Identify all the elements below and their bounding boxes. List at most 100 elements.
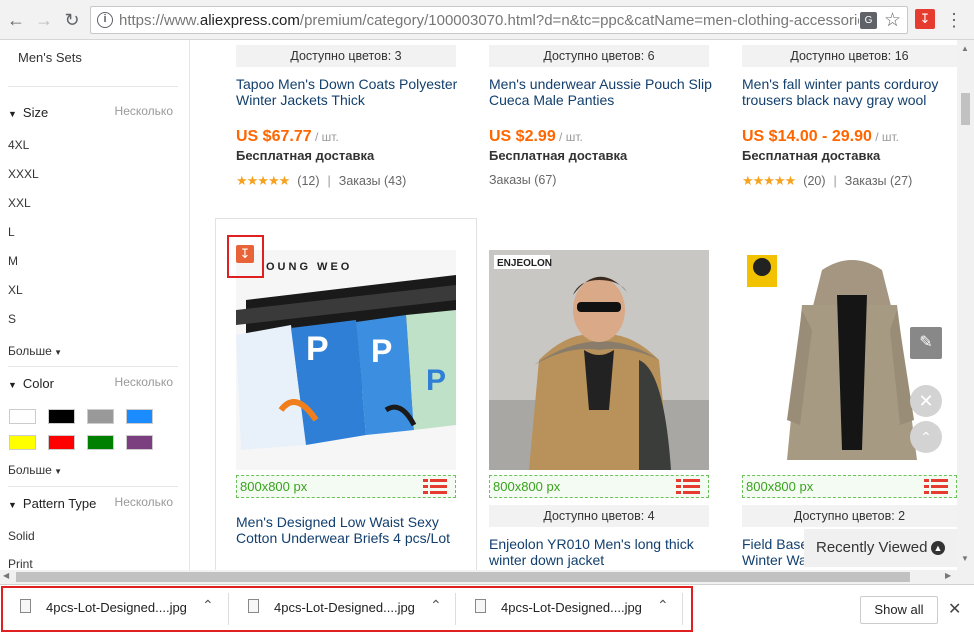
download-image-highlight[interactable]: ↧ bbox=[227, 235, 264, 278]
jacket-photo: ENJEOLON bbox=[489, 250, 709, 470]
size-option[interactable]: XL bbox=[8, 283, 23, 297]
download-filename: 4pcs-Lot-Designed....jpg bbox=[501, 600, 642, 615]
size-more-link[interactable]: Больше ▼ bbox=[8, 344, 62, 358]
url-prefix: https://www. bbox=[119, 12, 200, 29]
image-size-bar: 800x800 px bbox=[742, 475, 957, 498]
vertical-scrollbar[interactable]: ▲ ▼ bbox=[957, 40, 974, 570]
file-icon bbox=[475, 599, 486, 613]
size-option[interactable]: XXL bbox=[8, 196, 31, 210]
horizontal-scrollbar[interactable]: ◀ ▶ bbox=[0, 570, 974, 584]
filter-size-title: Size bbox=[22, 105, 49, 120]
download-icon[interactable]: ↧ bbox=[236, 245, 254, 263]
order-count: Заказы (67) bbox=[489, 173, 557, 187]
chrome-menu-icon[interactable]: ⋮ bbox=[944, 8, 964, 32]
scrollbar-thumb[interactable] bbox=[16, 572, 910, 582]
download-extension-icon[interactable]: ↧ bbox=[915, 9, 935, 29]
url-text[interactable]: https://www.aliexpress.com/premium/categ… bbox=[119, 12, 859, 29]
chevron-down-icon: ▼ bbox=[51, 348, 62, 357]
back-arrow-icon[interactable]: ← bbox=[4, 8, 28, 32]
product-title[interactable]: Tapoo Men's Down Coats Polyester Winter … bbox=[236, 76, 461, 108]
scroll-top-chevron-icon[interactable]: ⌃ bbox=[910, 421, 942, 453]
review-count[interactable]: (20) bbox=[803, 174, 825, 188]
translate-icon[interactable]: G bbox=[860, 12, 877, 29]
image-size-label: 800x800 px bbox=[746, 479, 814, 494]
size-option[interactable]: 4XL bbox=[8, 138, 29, 152]
divider bbox=[8, 366, 178, 367]
pattern-option[interactable]: Solid bbox=[8, 529, 35, 543]
triangle-down-icon: ▼ bbox=[8, 500, 17, 510]
rating-stars-icon: ★★★★★ bbox=[742, 173, 796, 188]
download-item[interactable]: 4pcs-Lot-Designed....jpg ⌃ bbox=[20, 595, 220, 621]
brand-logo: OUNG WEO bbox=[266, 261, 352, 273]
color-swatch-green[interactable] bbox=[87, 435, 114, 450]
product-title[interactable]: Enjeolon YR010 Men's long thick winter d… bbox=[489, 536, 709, 568]
filter-size-multi[interactable]: Несколько bbox=[115, 104, 173, 118]
info-icon[interactable]: i bbox=[97, 12, 113, 28]
free-shipping: Бесплатная доставка bbox=[489, 148, 628, 163]
scroll-up-arrow-icon[interactable]: ▲ bbox=[961, 44, 969, 53]
chevron-up-icon[interactable]: ⌃ bbox=[430, 597, 442, 614]
color-swatch-yellow[interactable] bbox=[9, 435, 36, 450]
color-swatch-red[interactable] bbox=[48, 435, 75, 450]
color-swatch-black[interactable] bbox=[48, 409, 75, 424]
color-swatch-white[interactable] bbox=[9, 409, 36, 424]
edit-pencil-icon[interactable]: ✎ bbox=[910, 327, 942, 359]
filter-color-header[interactable]: ▼ Color bbox=[8, 376, 54, 391]
product-title[interactable]: Field Base Winter Wa bbox=[742, 536, 812, 568]
image-size-label: 800x800 px bbox=[493, 479, 561, 494]
recently-viewed-button[interactable]: Recently Viewed ▲ bbox=[804, 529, 957, 567]
product-title[interactable]: Men's fall winter pants corduroy trouser… bbox=[742, 76, 957, 108]
download-item[interactable]: 4pcs-Lot-Designed....jpg ⌃ bbox=[248, 595, 448, 621]
size-option[interactable]: L bbox=[8, 225, 15, 239]
category-mens-sets[interactable]: Men's Sets bbox=[18, 50, 82, 65]
list-icon[interactable] bbox=[423, 479, 447, 495]
filter-size-header[interactable]: ▼ Size bbox=[8, 105, 48, 120]
product-rating: ★★★★★ (20) | Заказы (27) bbox=[742, 173, 912, 189]
address-bar[interactable]: i https://www.aliexpress.com/premium/cat… bbox=[90, 6, 908, 34]
color-swatch-blue[interactable] bbox=[126, 409, 153, 424]
filter-pattern-header[interactable]: ▼ Pattern Type bbox=[8, 496, 96, 511]
chevron-up-icon[interactable]: ⌃ bbox=[657, 597, 669, 614]
product-image[interactable]: P P P OUNG WEO bbox=[236, 250, 456, 470]
chevron-up-icon[interactable]: ⌃ bbox=[202, 597, 214, 614]
list-icon[interactable] bbox=[676, 479, 700, 495]
triangle-down-icon: ▼ bbox=[8, 109, 17, 119]
product-title[interactable]: Men's underwear Aussie Pouch Slip Cueca … bbox=[489, 76, 714, 108]
order-count: Заказы (43) bbox=[338, 174, 407, 188]
product-title[interactable]: Men's Designed Low Waist Sexy Cotton Und… bbox=[236, 514, 456, 546]
list-icon[interactable] bbox=[924, 479, 948, 495]
forward-arrow-icon[interactable]: → bbox=[32, 8, 56, 32]
filter-pattern-multi[interactable]: Несколько bbox=[115, 495, 173, 509]
color-swatch-purple[interactable] bbox=[126, 435, 153, 450]
bookmark-star-icon[interactable]: ☆ bbox=[884, 9, 901, 32]
size-option[interactable]: S bbox=[8, 312, 16, 326]
rating-stars-icon: ★★★★★ bbox=[236, 173, 290, 188]
image-size-label: 800x800 px bbox=[240, 479, 308, 494]
download-item[interactable]: 4pcs-Lot-Designed....jpg ⌃ bbox=[475, 595, 675, 621]
scroll-right-arrow-icon[interactable]: ▶ bbox=[945, 571, 951, 580]
size-option[interactable]: M bbox=[8, 254, 18, 268]
download-filename: 4pcs-Lot-Designed....jpg bbox=[274, 600, 415, 615]
underwear-photo: P P P OUNG WEO bbox=[236, 250, 456, 470]
close-icon[interactable]: ✕ bbox=[948, 599, 961, 619]
size-option[interactable]: XXXL bbox=[8, 167, 39, 181]
scrollbar-thumb[interactable] bbox=[961, 93, 970, 125]
review-count[interactable]: (12) bbox=[297, 174, 319, 188]
available-colors: Доступно цветов: 2 bbox=[742, 505, 957, 527]
price-value: US $2.99 bbox=[489, 128, 556, 145]
filter-pattern-title: Pattern Type bbox=[22, 496, 97, 511]
order-count: Заказы (27) bbox=[844, 174, 913, 188]
available-colors: Доступно цветов: 16 bbox=[742, 45, 957, 67]
color-swatch-gray[interactable] bbox=[87, 409, 114, 424]
reload-icon[interactable]: ↻ bbox=[60, 8, 84, 32]
color-more-link[interactable]: Больше ▼ bbox=[8, 463, 62, 477]
close-icon[interactable]: ✕ bbox=[910, 385, 942, 417]
pattern-option[interactable]: Print bbox=[8, 557, 33, 570]
price-unit: / шт. bbox=[555, 130, 583, 144]
scroll-down-arrow-icon[interactable]: ▼ bbox=[961, 554, 969, 563]
filter-color-multi[interactable]: Несколько bbox=[115, 375, 173, 389]
product-image[interactable]: ENJEOLON bbox=[489, 250, 709, 470]
separator: | bbox=[833, 174, 837, 188]
scroll-left-arrow-icon[interactable]: ◀ bbox=[3, 571, 9, 580]
show-all-button[interactable]: Show all bbox=[860, 596, 938, 624]
